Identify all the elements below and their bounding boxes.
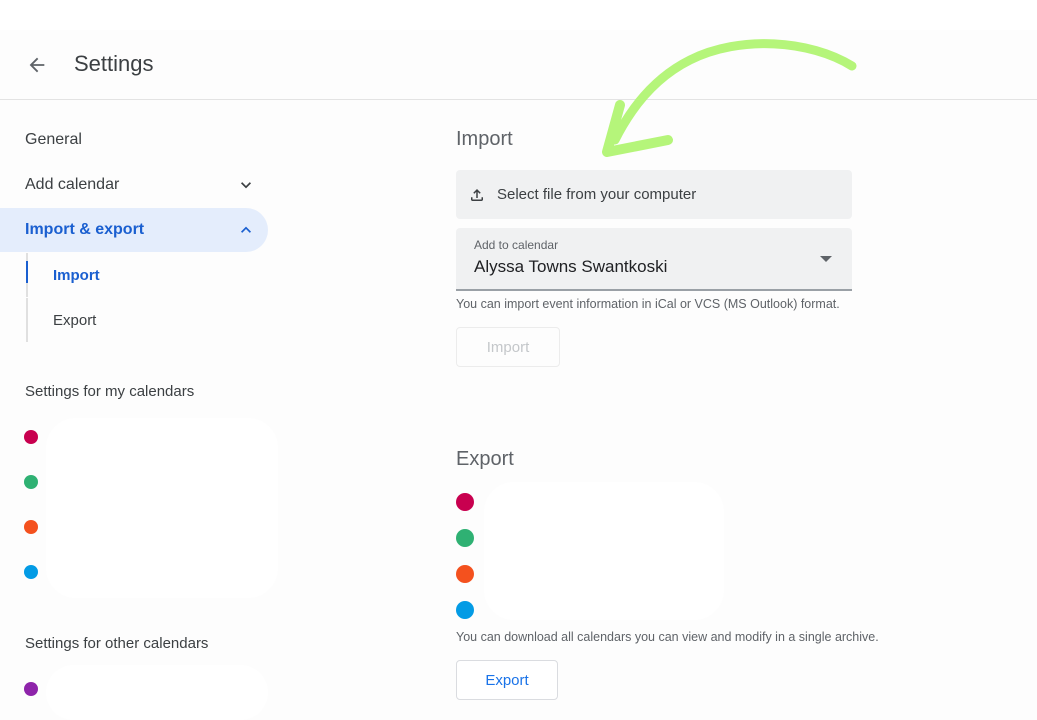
my-calendar-item[interactable]: [24, 467, 274, 497]
calendar-color-dot: [456, 601, 474, 619]
settings-header: Settings: [0, 30, 1037, 100]
calendar-color-dot: [24, 520, 38, 534]
sidebar-item-general[interactable]: General: [0, 118, 268, 162]
page-title: Settings: [74, 51, 154, 76]
calendar-color-dot: [456, 493, 474, 511]
calendar-color-dot: [24, 475, 38, 489]
calendar-color-dot: [24, 565, 38, 579]
back-button[interactable]: [22, 50, 52, 80]
calendar-color-dot: [24, 682, 38, 696]
sidebar: General Add calendar Import & export Imp…: [0, 100, 290, 720]
import-button[interactable]: Import: [456, 327, 560, 367]
calendar-color-dot: [456, 565, 474, 583]
my-calendar-item[interactable]: [24, 422, 274, 452]
select-label: Add to calendar: [474, 238, 559, 252]
import-hint: You can import event information in iCal…: [456, 297, 840, 311]
export-button[interactable]: Export: [456, 660, 558, 700]
sidebar-item-label: Add calendar: [25, 176, 120, 193]
export-calendar-item[interactable]: [456, 595, 716, 625]
sidebar-subitem-label: Import: [53, 266, 100, 284]
chevron-up-icon: [241, 226, 251, 233]
select-file-button[interactable]: Select file from your computer: [456, 170, 852, 219]
calendar-color-dot: [456, 529, 474, 547]
sidebar-item-add-calendar[interactable]: Add calendar: [0, 163, 268, 207]
sidebar-subitem-import[interactable]: Import: [26, 253, 266, 297]
sidebar-item-import-export[interactable]: Import & export: [0, 208, 268, 252]
calendar-color-dot: [24, 430, 38, 444]
arrow-left-icon: [29, 57, 45, 73]
my-calendar-item[interactable]: [24, 512, 274, 542]
other-calendars-heading: Settings for other calendars: [25, 635, 209, 652]
export-calendar-item[interactable]: [456, 559, 716, 589]
top-strip: [0, 0, 1037, 30]
select-value: Alyssa Towns Swantkoski: [474, 257, 668, 276]
dropdown-caret-icon: [820, 256, 832, 262]
upload-icon: [471, 188, 483, 201]
import-heading: Import: [456, 128, 513, 150]
add-to-calendar-select[interactable]: Add to calendar Alyssa Towns Swantkoski: [456, 228, 852, 291]
main-content: Import Select file from your computer Ad…: [456, 100, 1016, 720]
sidebar-item-label: General: [25, 131, 82, 148]
export-calendar-item[interactable]: [456, 487, 716, 517]
export-heading: Export: [456, 448, 514, 470]
my-calendar-item[interactable]: [24, 557, 274, 587]
my-calendars-heading: Settings for my calendars: [25, 383, 195, 400]
export-calendar-item[interactable]: [456, 523, 716, 553]
sidebar-subitem-export[interactable]: Export: [26, 298, 266, 342]
sidebar-subitem-label: Export: [53, 311, 97, 329]
sidebar-item-label: Import & export: [25, 221, 145, 238]
export-hint: You can download all calendars you can v…: [456, 630, 879, 644]
other-calendar-item[interactable]: [24, 674, 274, 704]
chevron-down-icon: [241, 182, 251, 189]
select-file-label: Select file from your computer: [497, 186, 697, 203]
